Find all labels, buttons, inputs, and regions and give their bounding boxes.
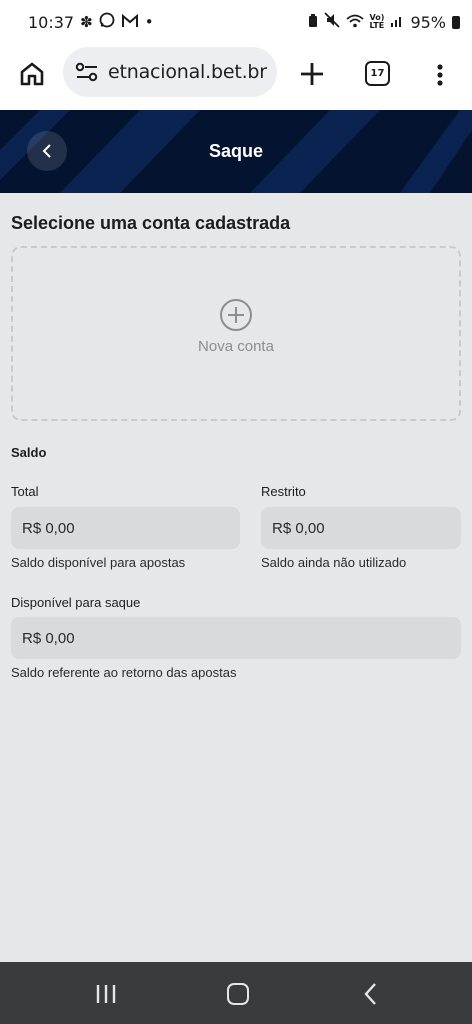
- gmail-icon: [121, 13, 139, 32]
- browser-toolbar: etnacional.bet.br 17: [0, 44, 472, 110]
- page-header: Saque: [0, 110, 472, 193]
- balance-title: Saldo: [11, 445, 47, 460]
- wifi-icon: [345, 13, 364, 32]
- more-notifications-dot: •: [144, 12, 154, 31]
- available-hint: Saldo referente ao retorno das apostas: [11, 665, 237, 680]
- total-hint: Saldo disponível para apostas: [11, 555, 186, 570]
- tab-switcher-button[interactable]: 17: [365, 61, 390, 86]
- restricted-label: Restrito: [261, 484, 306, 499]
- total-label: Total: [11, 484, 39, 499]
- system-home-button[interactable]: [227, 983, 249, 1005]
- new-tab-button[interactable]: [298, 60, 326, 88]
- volte-icon: Vo) LTE: [369, 13, 385, 30]
- add-circle-icon: [220, 299, 252, 331]
- mute-icon: [323, 12, 340, 32]
- restricted-hint: Saldo ainda não utilizado: [261, 555, 407, 570]
- chevron-left-icon: [42, 144, 51, 158]
- battery-saver-icon: [308, 13, 318, 32]
- home-button[interactable]: [18, 60, 46, 88]
- select-account-title: Selecione uma conta cadastrada: [11, 213, 291, 233]
- tab-count: 17: [370, 68, 385, 79]
- plus-icon: [301, 63, 323, 85]
- system-back-button[interactable]: [361, 982, 381, 1006]
- page-title: Saque: [208, 141, 264, 161]
- new-account-button[interactable]: Nova conta: [11, 246, 461, 421]
- battery-icon: [452, 15, 460, 29]
- more-vert-icon: [437, 64, 443, 86]
- recent-apps-button[interactable]: [94, 983, 118, 1005]
- home-icon: [20, 62, 44, 86]
- available-balance-field: R$ 0,00: [11, 617, 461, 659]
- available-label: Disponível para saque: [11, 595, 141, 610]
- back-button[interactable]: [27, 131, 67, 171]
- restricted-balance-field: R$ 0,00: [261, 507, 461, 549]
- status-bar: 10:37 ✽ • Vo) LTE 95%: [0, 0, 472, 44]
- address-bar[interactable]: etnacional.bet.br: [63, 47, 277, 97]
- status-time: 10:37: [28, 12, 75, 32]
- browser-menu-button[interactable]: [430, 61, 450, 89]
- flower-notification-icon: ✽: [80, 12, 93, 31]
- new-account-label: Nova conta: [198, 338, 274, 355]
- battery-percentage: 95%: [410, 12, 446, 32]
- signal-icon: [390, 13, 404, 32]
- url-text: etnacional.bet.br: [108, 61, 267, 83]
- total-balance-field: R$ 0,00: [11, 507, 240, 549]
- site-settings-icon[interactable]: [75, 62, 99, 82]
- whatsapp-icon: [99, 12, 115, 32]
- system-nav-bar: [0, 962, 472, 1024]
